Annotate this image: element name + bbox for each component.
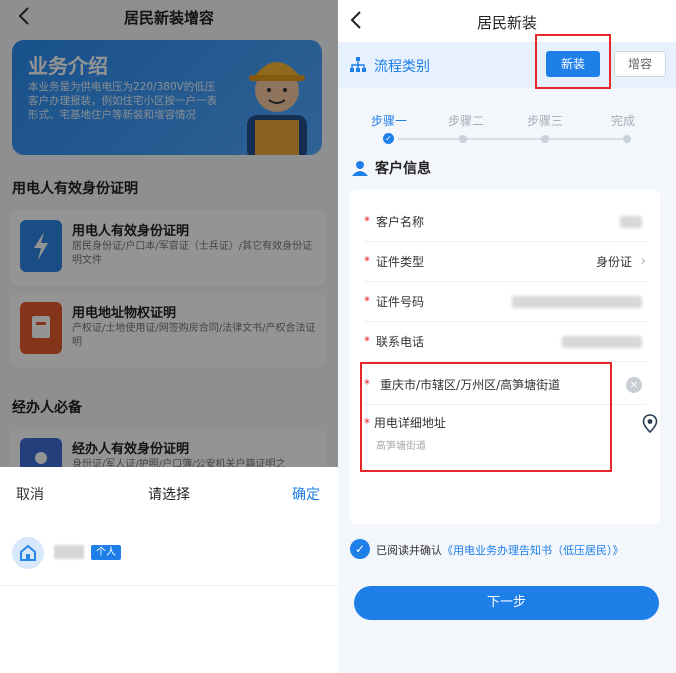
customer-form: * 客户名称 * 证件类型 身份证 › * 证件号码 * 联系电话 * 重庆市/… <box>350 190 660 524</box>
capacity-increase-button[interactable]: 增容 <box>614 51 666 77</box>
agreement-link[interactable]: 《用电业务办理告知书（低压居民）》 <box>442 544 624 557</box>
confirm-button[interactable]: 确定 <box>292 484 320 504</box>
section-title-customer: 客户信息 <box>375 161 431 177</box>
flow-category-label: 流程类别 <box>374 59 430 75</box>
selection-sheet: 请选择 取消 确定 个人 <box>0 467 338 673</box>
field-phone[interactable]: * 联系电话 <box>364 322 646 362</box>
field-customer-name[interactable]: * 客户名称 <box>364 202 646 242</box>
left-panel: 居民新装增容 业务介绍 本业务是为供电电压为220/380V的低压客户办理报装，… <box>0 0 338 673</box>
redacted-value <box>620 216 642 228</box>
cancel-button[interactable]: 取消 <box>16 484 44 504</box>
avatar[interactable] <box>12 537 44 569</box>
agree-prefix: 已阅读并确认 <box>376 544 442 557</box>
step-dot <box>541 135 549 143</box>
field-id-type[interactable]: * 证件类型 身份证 › <box>364 242 646 282</box>
home-icon <box>20 544 36 561</box>
required-mark: * <box>364 334 370 348</box>
step-done-check-icon: ✓ <box>383 133 394 144</box>
hierarchy-icon <box>350 57 366 72</box>
page-title: 居民新装 <box>476 14 537 32</box>
redacted-value <box>562 336 642 348</box>
right-nav-bar: 居民新装 <box>338 0 676 42</box>
field-label: 证件类型 <box>376 255 425 269</box>
field-value: 身份证 <box>595 255 632 269</box>
sheet-title: 请选择 <box>148 487 190 503</box>
step-dot <box>623 135 631 143</box>
highlight-box <box>535 34 611 89</box>
location-pin-icon[interactable] <box>642 414 658 434</box>
screen: 居民新装增容 业务介绍 本业务是为供电电压为220/380V的低压客户办理报装，… <box>0 0 676 673</box>
required-mark: * <box>364 254 370 268</box>
field-label: 证件号码 <box>376 295 425 309</box>
step-progress: 步骤一 步骤二 步骤三 完成 ✓ <box>338 108 676 148</box>
account-type-badge: 个人 <box>91 545 121 560</box>
user-icon <box>352 161 368 176</box>
step-label: 步骤三 <box>527 114 564 128</box>
next-step-button[interactable]: 下一步 <box>354 586 659 620</box>
redacted-value <box>512 296 642 308</box>
flow-category-bar: 流程类别 新装 增容 <box>338 42 676 88</box>
agree-checkbox[interactable]: ✓ <box>350 539 370 559</box>
agree-statement: 已阅读并确认《用电业务办理告知书（低压居民）》 <box>376 542 624 558</box>
field-label: 客户名称 <box>376 215 425 229</box>
field-label: 联系电话 <box>376 335 425 349</box>
right-panel: 居民新装 流程类别 新装 增容 步骤一 步骤二 步骤三 完成 ✓ 客户信息 * … <box>338 0 676 673</box>
modal-overlay[interactable] <box>0 0 338 467</box>
chevron-right-icon: › <box>640 254 646 269</box>
step-label: 完成 <box>611 114 636 128</box>
required-mark: * <box>364 214 370 228</box>
account-name-redacted[interactable] <box>54 545 84 559</box>
highlight-box <box>360 362 612 472</box>
divider <box>0 585 338 586</box>
step-label: 步骤一 <box>371 114 408 128</box>
step-track <box>398 138 628 140</box>
step-label: 步骤二 <box>448 114 485 128</box>
step-dot <box>459 135 467 143</box>
required-mark: * <box>364 294 370 308</box>
clear-icon[interactable]: × <box>626 377 642 393</box>
field-id-number[interactable]: * 证件号码 <box>364 282 646 322</box>
